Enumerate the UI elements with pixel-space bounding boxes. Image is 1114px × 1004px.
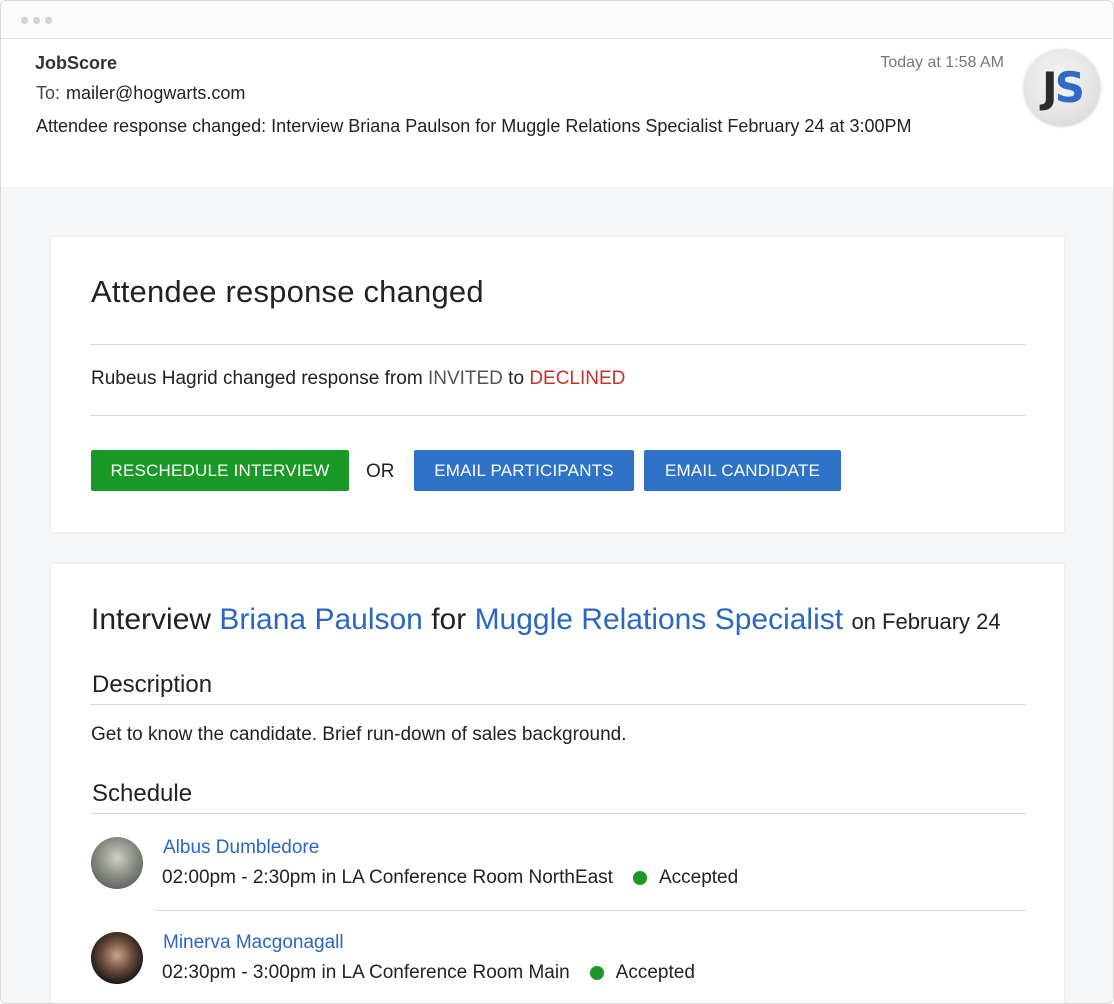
person-photo-icon [91,932,143,984]
attendee-name-link[interactable]: Minerva Macgonagall [163,932,344,954]
email-candidate-button[interactable]: EMAIL CANDIDATE [644,450,841,491]
email-timestamp: Today at 1:58 AM [880,54,1004,71]
for-word: for [431,603,467,636]
email-participants-button[interactable]: EMAIL PARTICIPANTS [414,450,634,491]
window-titlebar [1,1,1113,39]
response-change-text: Rubeus Hagrid changed response from INVI… [91,368,625,390]
schedule-time: 02:00pm - 2:30pm in LA Conference Room N… [162,867,613,888]
status-dot-icon [589,966,604,980]
schedule-heading: Schedule [92,780,193,807]
reschedule-interview-button[interactable]: RESCHEDULE INTERVIEW [91,450,349,491]
recipient-address[interactable]: mailer@hogwarts.com [66,83,245,103]
candidate-link[interactable]: Briana Paulson [219,603,422,636]
description-text: Get to know the candidate. Brief run-dow… [91,724,627,745]
recipient-line: To: mailer@hogwarts.com [36,83,245,104]
window-dot-icon[interactable] [33,17,40,24]
avatar-initial-j: J [1042,62,1058,112]
schedule-details: 02:30pm - 3:00pm in LA Conference Room M… [162,962,695,984]
attendee-status: Accepted [615,962,695,983]
attendee-name: Rubeus Hagrid [91,368,218,389]
description-heading: Description [92,671,213,698]
schedule-item: Minerva Macgonagall 02:30pm - 3:00pm in … [91,932,1026,996]
status-dot-icon [632,871,647,885]
card-title: Attendee response changed [91,274,484,309]
sender-name: JobScore [35,53,118,73]
email-header: JobScore To: mailer@hogwarts.com Attendee… [1,39,1113,187]
divider [91,415,1026,416]
interview-date: on February 24 [851,609,1001,634]
attendee-name-link[interactable]: Albus Dumbledore [163,837,319,859]
window-controls[interactable] [21,17,52,24]
interview-title: Interview Briana Paulson for Muggle Rela… [91,603,1001,637]
avatar-initial-s: S [1054,62,1085,112]
to-status: DECLINED [529,368,626,389]
from-status: INVITED [427,368,503,389]
interview-prefix: Interview [91,603,212,636]
divider [91,704,1026,705]
window-dot-icon[interactable] [45,17,52,24]
attendee-status: Accepted [658,867,739,888]
position-link[interactable]: Muggle Relations Specialist [475,603,844,636]
email-body: Attendee response changed Rubeus Hagrid … [1,187,1113,1003]
schedule-item: Albus Dumbledore 02:00pm - 2:30pm in LA … [91,837,1026,901]
divider [155,910,1026,911]
divider [91,813,1026,814]
or-label: OR [366,461,395,482]
response-card: Attendee response changed Rubeus Hagrid … [51,237,1064,532]
schedule-time: 02:30pm - 3:00pm in LA Conference Room M… [162,962,570,983]
divider [91,344,1026,345]
to-label: To: [36,83,61,103]
email-subject: Attendee response changed: Interview Bri… [36,116,912,136]
window-dot-icon[interactable] [21,17,28,24]
interview-card: Interview Briana Paulson for Muggle Rela… [51,564,1064,1003]
changed-text: changed response from [223,368,423,389]
email-window: JobScore To: mailer@hogwarts.com Attendee… [0,0,1114,1004]
to-word: to [508,368,525,389]
sender-avatar: JS [1024,49,1100,125]
person-photo-icon [91,837,143,889]
schedule-details: 02:00pm - 2:30pm in LA Conference Room N… [162,867,738,889]
